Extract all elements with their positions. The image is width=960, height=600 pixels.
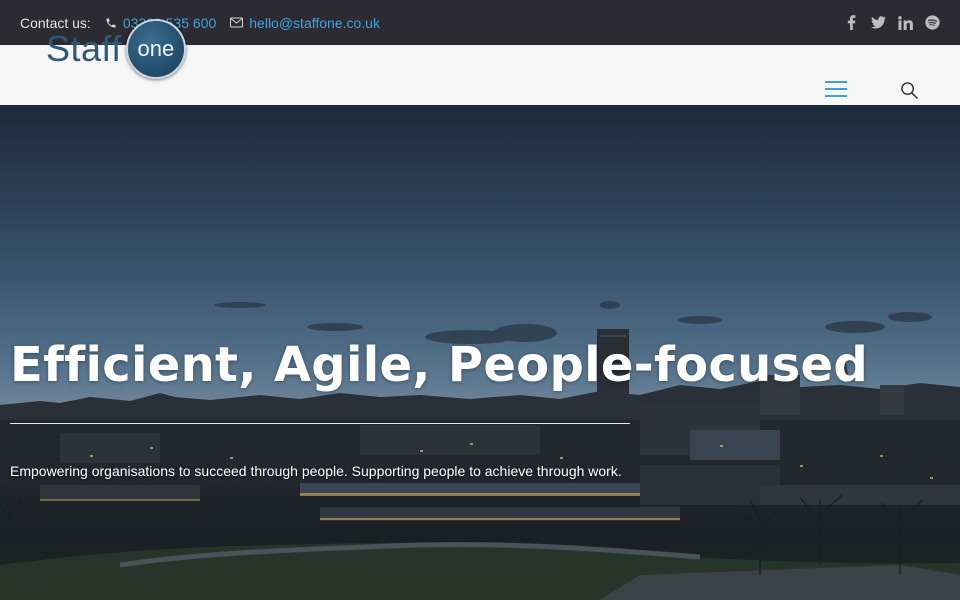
linkedin-icon[interactable] bbox=[897, 15, 913, 31]
hamburger-menu-icon[interactable] bbox=[825, 81, 847, 97]
logo-badge: one bbox=[125, 19, 186, 79]
spotify-icon[interactable] bbox=[924, 15, 940, 31]
logo-wordmark: Staff bbox=[46, 28, 122, 69]
hero-title: Efficient, Agile, People-focused bbox=[10, 337, 869, 393]
hero-banner: Efficient, Agile, People-focused Empower… bbox=[0, 105, 960, 600]
email-contact[interactable]: hello@staffone.co.uk bbox=[230, 15, 380, 31]
staffone-logo[interactable]: Staff one bbox=[46, 19, 186, 79]
email-link[interactable]: hello@staffone.co.uk bbox=[249, 15, 380, 31]
social-links bbox=[843, 15, 940, 31]
hero-subtitle: Empowering organisations to succeed thro… bbox=[10, 463, 622, 479]
hero-divider bbox=[10, 423, 630, 424]
facebook-icon[interactable] bbox=[843, 15, 859, 31]
twitter-icon[interactable] bbox=[870, 15, 886, 31]
search-icon[interactable] bbox=[900, 81, 920, 101]
envelope-icon bbox=[230, 17, 244, 28]
